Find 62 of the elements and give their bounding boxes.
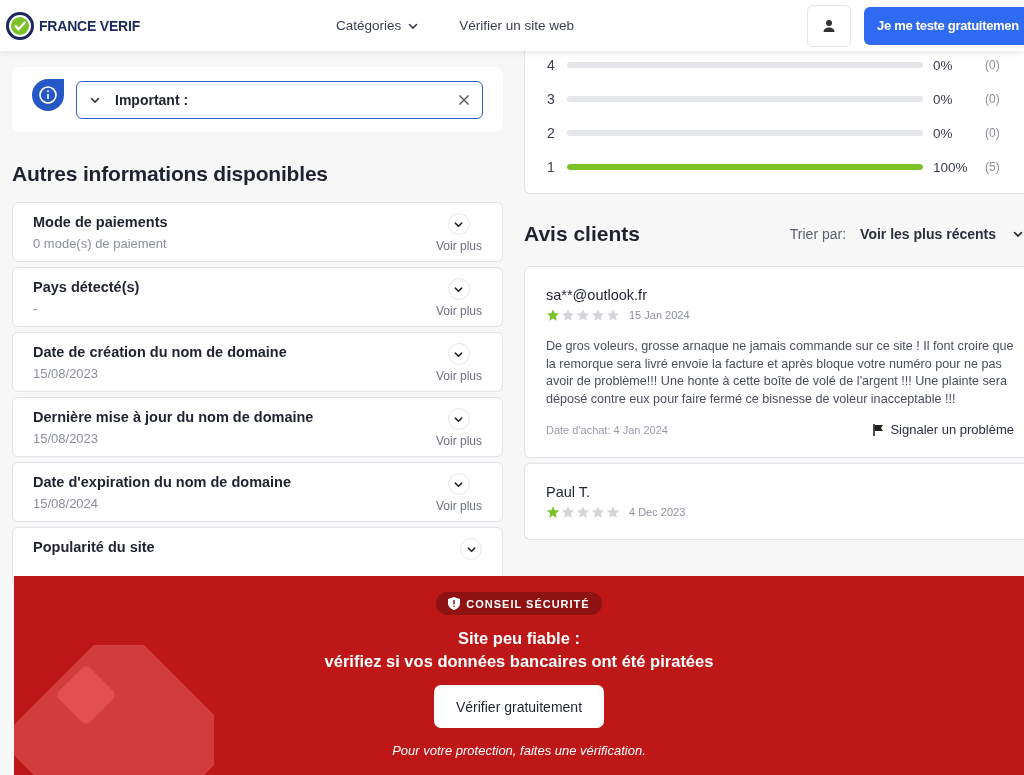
purchase-date: Date d'achat: 4 Jan 2024 bbox=[546, 423, 668, 436]
expand-button[interactable] bbox=[448, 408, 470, 430]
info-title: Date de création du nom de domaine bbox=[33, 344, 287, 360]
expand-button[interactable] bbox=[448, 278, 470, 300]
important-dropdown[interactable]: Important : bbox=[76, 80, 483, 119]
expand-button[interactable] bbox=[460, 538, 482, 560]
nav-link[interactable]: Vérifier un site web bbox=[459, 18, 575, 33]
rating-percent: 0% bbox=[932, 91, 954, 107]
cta-button[interactable]: Je me teste gratuitemen bbox=[864, 6, 1024, 45]
rating-label: 3 bbox=[547, 91, 556, 107]
info-title: Popularité du site bbox=[33, 539, 155, 555]
info-value: 15/08/2023 bbox=[33, 366, 100, 381]
banner-subtitle: vérifiez si vos données bancaires ont été piratées bbox=[324, 651, 714, 672]
rating-label: 4 bbox=[547, 57, 556, 73]
verify-button[interactable]: Vérifier gratuitement bbox=[434, 685, 604, 728]
review-date: 4 Dec 2023 bbox=[629, 506, 686, 518]
info-title: Pays détecté(s) bbox=[33, 279, 140, 295]
expand-button[interactable] bbox=[448, 213, 470, 235]
user-icon bbox=[822, 18, 836, 33]
expand-button[interactable] bbox=[448, 473, 470, 495]
nav-link[interactable]: Catégories bbox=[336, 18, 420, 33]
see-more-link[interactable]: Voir plus bbox=[435, 434, 482, 448]
rating-count: (5) bbox=[985, 160, 1000, 174]
badge-text: CONSEIL SÉCURITÉ bbox=[466, 597, 590, 610]
brand-name: FRANCE VERIF bbox=[39, 17, 141, 34]
rating-count: (0) bbox=[985, 58, 1000, 72]
review-date: 15 Jan 2024 bbox=[629, 309, 690, 321]
rating-count: (0) bbox=[985, 126, 1000, 140]
rating-label: 1 bbox=[547, 159, 556, 175]
see-more-link[interactable]: Voir plus bbox=[435, 304, 482, 318]
report-link[interactable]: Signaler un problème bbox=[873, 422, 1014, 437]
rating-label: 2 bbox=[547, 125, 556, 141]
info-value: 15/08/2023 bbox=[33, 431, 100, 446]
info-value: 0 mode(s) de paiement bbox=[33, 236, 168, 251]
banner-title: Site peu fiable : bbox=[457, 628, 581, 649]
shield-icon bbox=[448, 597, 461, 610]
review-author: sa**@outlook.fr bbox=[546, 287, 648, 303]
rating-percent: 100% bbox=[932, 159, 969, 175]
sort-label: Trier par: bbox=[789, 226, 847, 242]
review-author: Paul T. bbox=[546, 484, 592, 500]
see-more-link[interactable]: Voir plus bbox=[435, 239, 482, 253]
flag-icon bbox=[873, 423, 885, 436]
logo-icon bbox=[6, 11, 34, 40]
banner-note: Pour votre protection, faites une vérification. bbox=[392, 743, 646, 758]
see-more-link[interactable]: Voir plus bbox=[435, 369, 482, 383]
sort-dropdown[interactable]: Voir les plus récents bbox=[860, 226, 1024, 242]
info-title: Mode de paiements bbox=[33, 214, 168, 230]
info-value: 15/08/2024 bbox=[33, 496, 100, 511]
info-title: Dernière mise à jour du nom de domaine bbox=[33, 409, 314, 425]
info-title: Date d'expiration du nom de domaine bbox=[33, 474, 292, 490]
section-title: Autres informations disponibles bbox=[12, 162, 329, 186]
rating-count: (0) bbox=[985, 92, 1000, 106]
rating-percent: 0% bbox=[932, 125, 954, 141]
account-button[interactable] bbox=[807, 4, 851, 47]
rating-percent: 0% bbox=[932, 57, 954, 73]
section-title: Avis clients bbox=[524, 222, 641, 246]
close-icon bbox=[458, 93, 470, 106]
review-text: De gros voleurs, grosse arnaque ne jamais commande sur ce site ! Il font croire que la remorque sera livré envoie la facture et après bloque votre numéro pour ne pas avoir de problème!!! Une honte à cette boîte de volé de l'argent !!! Une plainte sera déposé contre eux pour faire fermé ce bisnesse de voleur inacceptable !!! bbox=[546, 338, 1014, 408]
info-icon bbox=[32, 78, 64, 111]
expand-button[interactable] bbox=[448, 343, 470, 365]
see-more-link[interactable]: Voir plus bbox=[435, 499, 482, 513]
info-value: - bbox=[33, 301, 39, 316]
